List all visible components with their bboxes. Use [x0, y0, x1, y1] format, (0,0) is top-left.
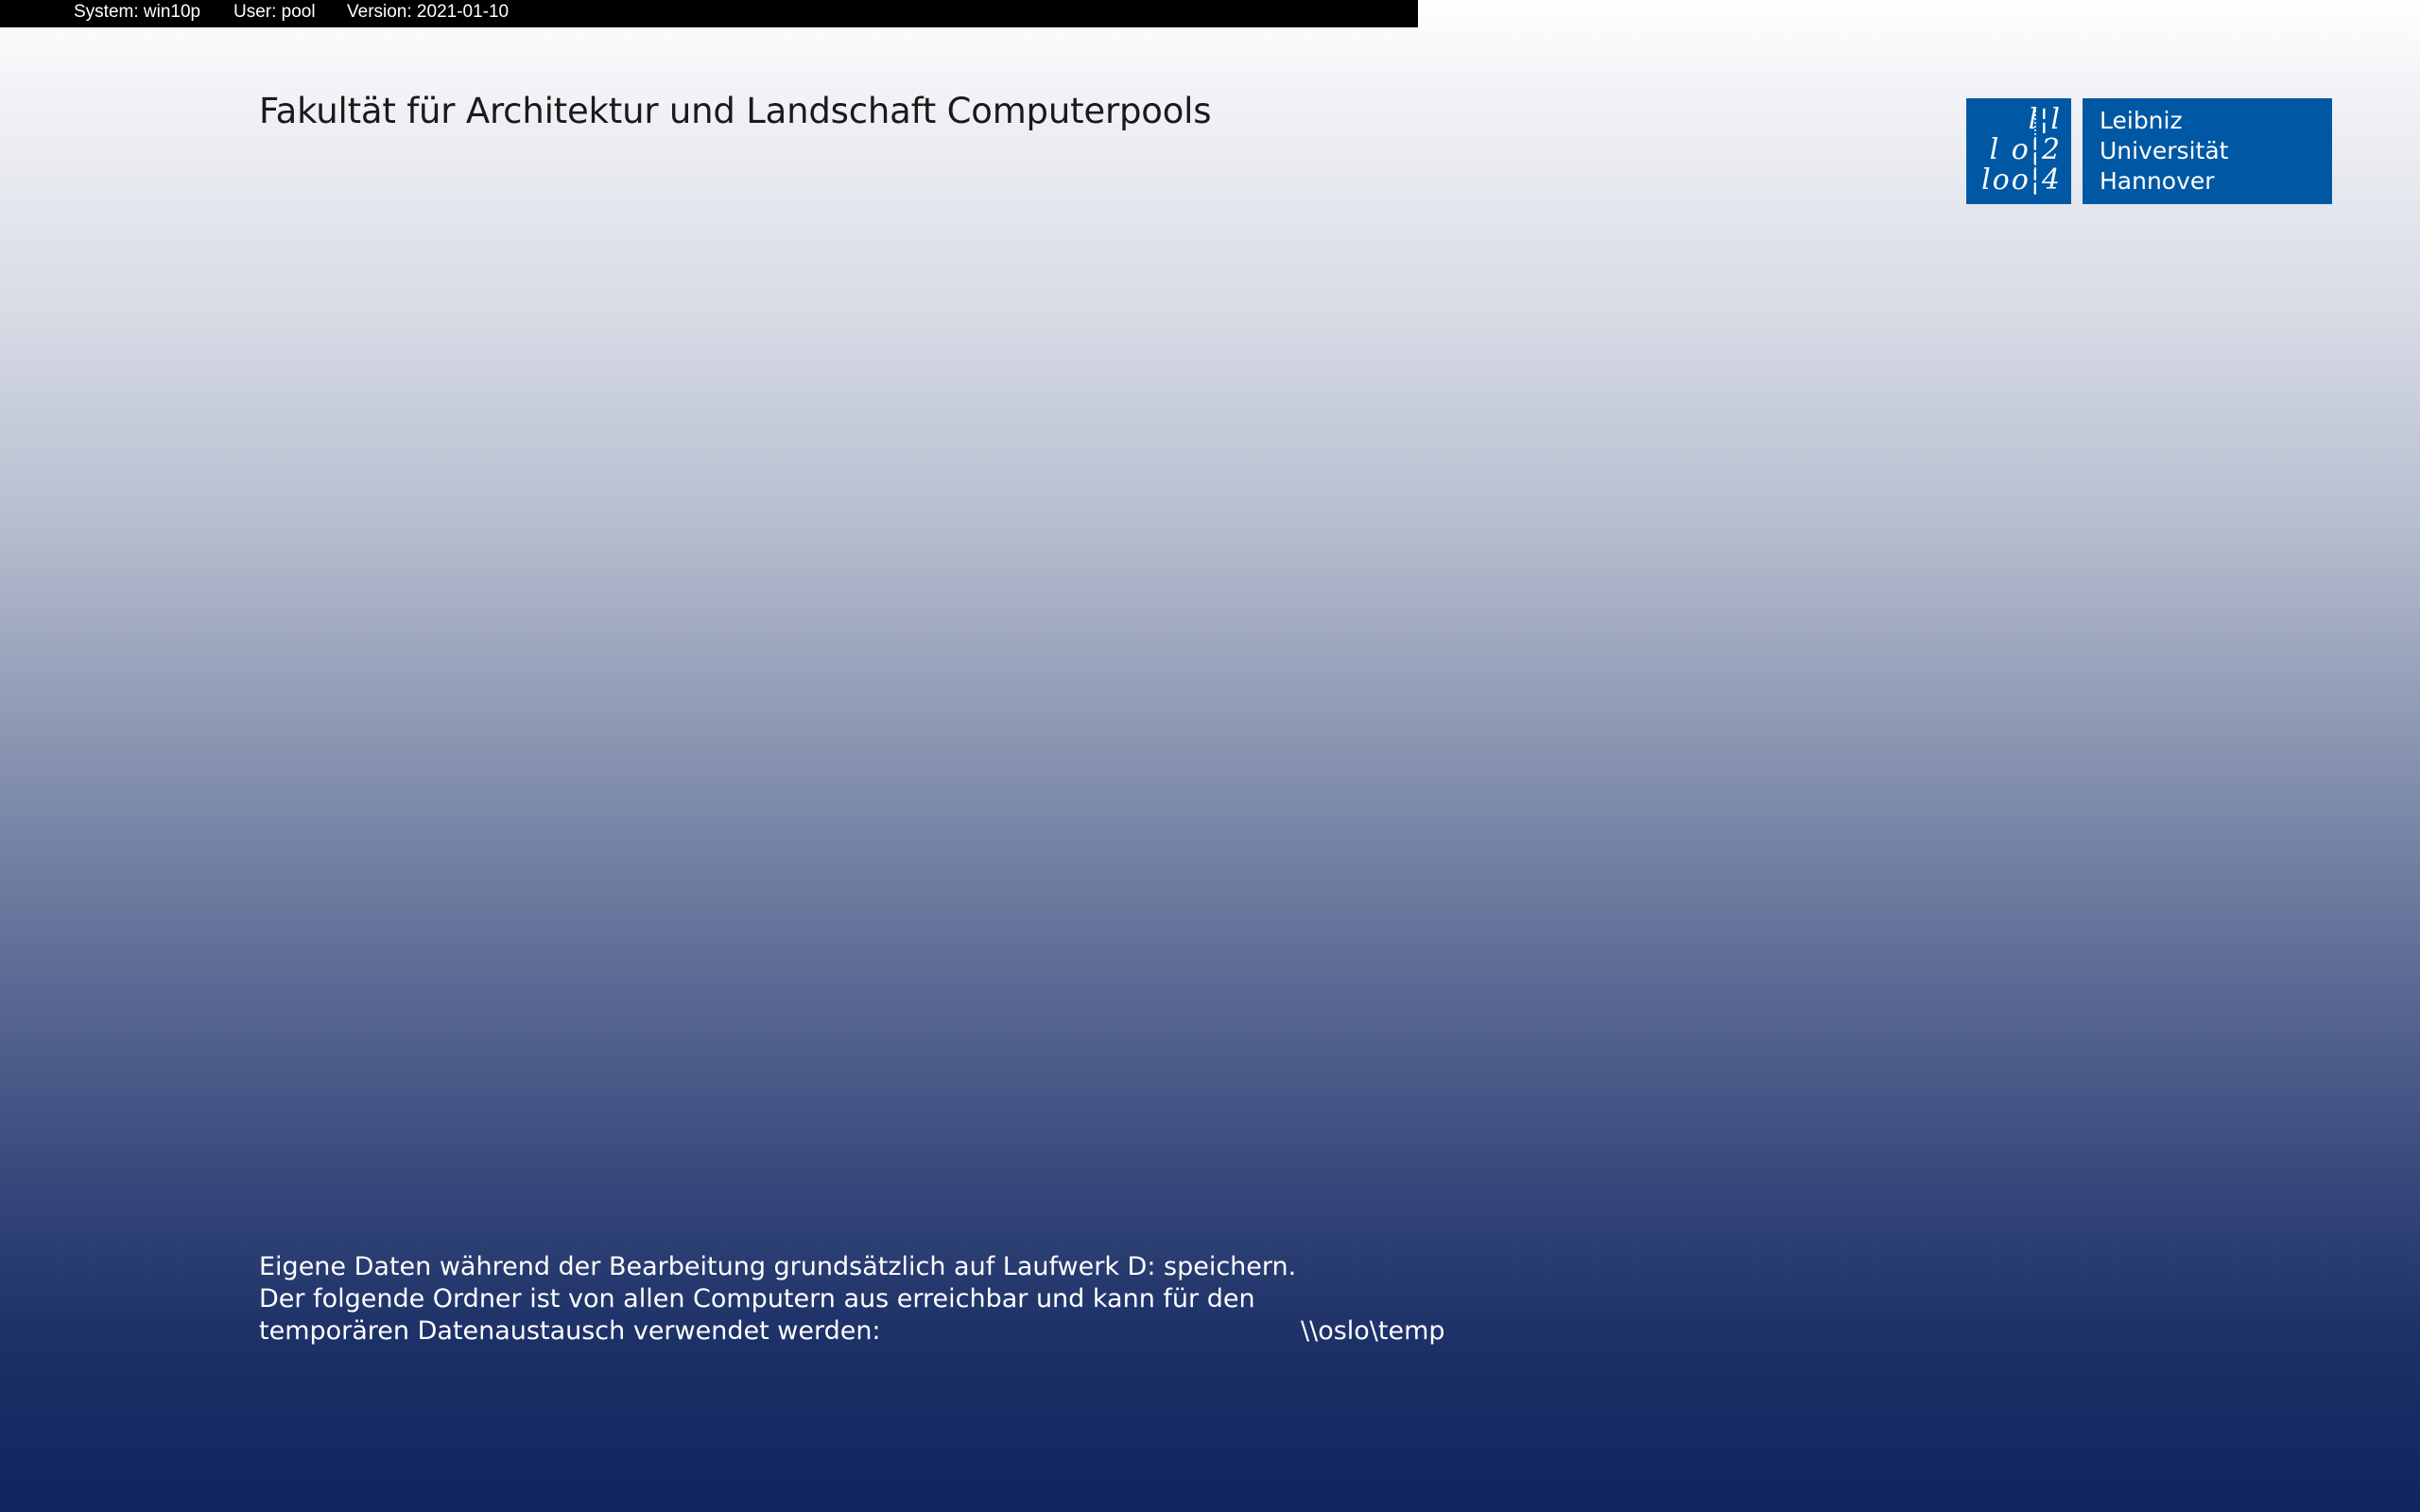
- shared-folder-path: \\oslo\temp: [1301, 1316, 1445, 1346]
- desktop-background: System: win10p User: pool Version: 2021-…: [0, 0, 2420, 1512]
- system-label: System: win10p: [74, 2, 201, 22]
- notice-line: Der folgende Ordner ist von allen Comput…: [259, 1284, 1255, 1314]
- logo-mark-row: l¦l: [2028, 103, 2062, 136]
- logo-mark-row: loo¦4: [1981, 163, 2062, 197]
- logo-wordmark: Leibniz Universität Hannover: [2083, 98, 2332, 204]
- logo-text-line: Hannover: [2100, 167, 2215, 195]
- notice-text: Eigene Daten während der Bearbeitung gru…: [259, 1251, 1296, 1348]
- logo-mark-row: l o¦2: [1989, 133, 2062, 166]
- version-label: Version: 2021-01-10: [347, 2, 510, 22]
- notice-line: temporären Datenaustausch verwendet werd…: [259, 1316, 881, 1346]
- system-info-bar: System: win10p User: pool Version: 2021-…: [0, 0, 1418, 27]
- user-label: User: pool: [233, 2, 316, 22]
- page-title: Fakultät für Architektur und Landschaft …: [259, 91, 1212, 131]
- university-logo: l¦l l o¦2 loo¦4 Leibniz Universität Hann…: [1966, 98, 2332, 204]
- logo-mark: l¦l l o¦2 loo¦4: [1966, 98, 2071, 204]
- logo-text-line: Universität: [2100, 137, 2229, 164]
- logo-text-line: Leibniz: [2100, 107, 2183, 134]
- notice-line: Eigene Daten während der Bearbeitung gru…: [259, 1252, 1297, 1281]
